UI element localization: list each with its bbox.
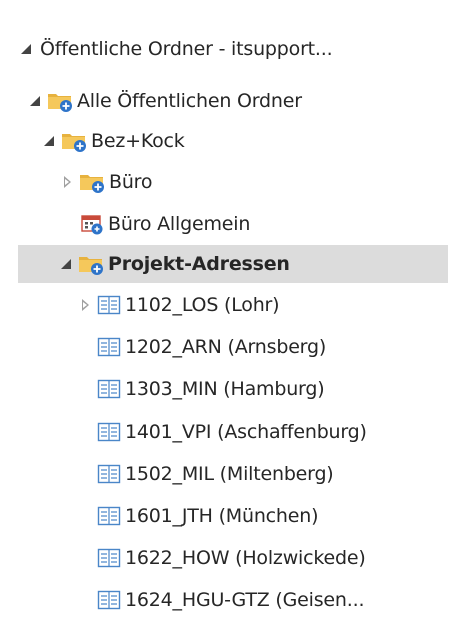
tree-item-public-folders-root[interactable]: Öffentliche Ordner - itsupport...: [0, 30, 452, 68]
calendar-icon: [80, 213, 104, 235]
contacts-icon: [97, 547, 121, 569]
public-folders-tree: Öffentliche Ordner - itsupport... Alle Ö…: [0, 0, 452, 621]
contacts-icon: [97, 336, 121, 358]
tree-item-label: 1102_LOS (Lohr): [125, 294, 280, 316]
tree-item-label: 1303_MIN (Hamburg): [125, 378, 325, 400]
collapse-arrow-icon[interactable]: [79, 298, 93, 312]
tree-item-buero[interactable]: Büro: [0, 163, 452, 201]
tree-item-label: Alle Öffentlichen Ordner: [77, 90, 302, 112]
tree-item-label: Öffentliche Ordner - itsupport...: [40, 38, 333, 60]
contacts-icon: [97, 378, 121, 400]
tree-item-label: Projekt-Adressen: [108, 253, 290, 275]
tree-item-projekt-adressen[interactable]: Projekt-Adressen: [18, 245, 448, 283]
tree-item-buero-allgemein[interactable]: Büro Allgemein: [0, 205, 452, 243]
tree-item-label: Bez+Kock: [91, 130, 185, 152]
tree-item-label: 1401_VPI (Aschaffenburg): [125, 421, 367, 443]
public-folder-icon: [47, 89, 73, 113]
expand-arrow-icon[interactable]: [43, 134, 57, 148]
tree-item-label: Büro Allgemein: [108, 213, 251, 235]
public-folder-icon: [61, 129, 87, 153]
tree-item-contact-folder[interactable]: 1622_HOW (Holzwickede): [0, 539, 452, 577]
contacts-icon: [97, 505, 121, 527]
tree-item-label: 1502_MIL (Miltenberg): [125, 463, 334, 485]
expand-arrow-icon[interactable]: [60, 257, 74, 271]
contacts-icon: [97, 294, 121, 316]
tree-item-label: 1622_HOW (Holzwickede): [125, 547, 366, 569]
tree-item-contact-folder[interactable]: 1502_MIL (Miltenberg): [0, 455, 452, 493]
public-folder-icon: [78, 252, 104, 276]
expand-arrow-icon[interactable]: [20, 42, 34, 56]
tree-item-contact-folder[interactable]: 1601_JTH (München): [0, 497, 452, 535]
contacts-icon: [97, 589, 121, 611]
tree-item-contact-folder[interactable]: 1624_HGU-GTZ (Geisen...: [0, 581, 452, 619]
tree-item-contact-folder[interactable]: 1202_ARN (Arnsberg): [0, 328, 452, 366]
tree-item-contact-folder[interactable]: 1303_MIN (Hamburg): [0, 370, 452, 408]
tree-item-label: 1624_HGU-GTZ (Geisen...: [125, 589, 365, 611]
tree-item-label: Büro: [109, 171, 153, 193]
contacts-icon: [97, 421, 121, 443]
contacts-icon: [97, 463, 121, 485]
tree-item-all-public-folders[interactable]: Alle Öffentlichen Ordner: [0, 82, 452, 120]
expand-arrow-icon[interactable]: [29, 94, 43, 108]
tree-item-label: 1202_ARN (Arnsberg): [125, 336, 327, 358]
tree-item-contact-folder[interactable]: 1102_LOS (Lohr): [0, 286, 452, 324]
tree-item-bez-kock[interactable]: Bez+Kock: [0, 122, 452, 160]
tree-item-label: 1601_JTH (München): [125, 505, 319, 527]
collapse-arrow-icon[interactable]: [61, 175, 75, 189]
tree-item-contact-folder[interactable]: 1401_VPI (Aschaffenburg): [0, 413, 452, 451]
public-folder-icon: [79, 170, 105, 194]
